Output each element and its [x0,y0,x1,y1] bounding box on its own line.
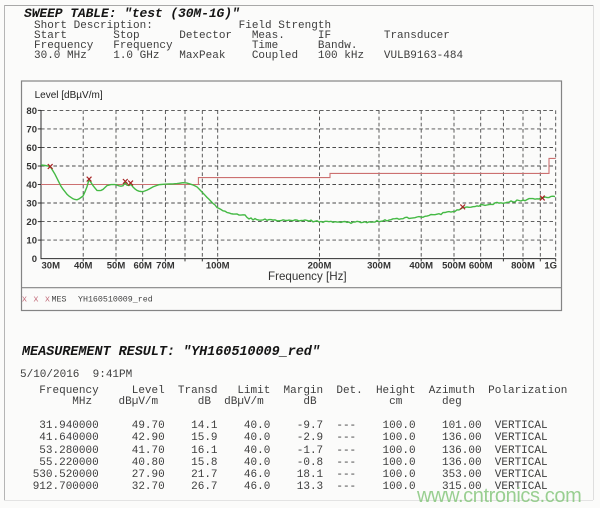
svg-text:400M: 400M [409,261,433,272]
svg-text:40: 40 [26,180,37,191]
svg-text:YH160510009_red: YH160510009_red [78,295,153,305]
svg-text:600M: 600M [469,261,493,272]
svg-text:60M: 60M [133,261,152,272]
svg-text:0: 0 [32,254,37,265]
svg-text:10: 10 [26,236,37,247]
svg-text:40M: 40M [74,261,93,272]
svg-text:x: x [33,294,38,304]
svg-text:80: 80 [26,106,37,117]
svg-text:300M: 300M [367,261,391,272]
svg-text:800M: 800M [511,261,535,272]
svg-text:70M: 70M [156,261,175,272]
svg-text:200M: 200M [308,261,332,272]
svg-text:Frequency [Hz]: Frequency [Hz] [268,270,347,283]
svg-text:30: 30 [26,198,37,209]
svg-text:Level [dBµV/m]: Level [dBµV/m] [35,90,103,101]
svg-text:x: x [45,294,50,304]
svg-text:70: 70 [26,124,37,135]
svg-text:500M: 500M [442,261,466,272]
svg-text:100M: 100M [206,261,230,272]
svg-text:30M: 30M [42,261,61,272]
svg-text:20: 20 [26,217,37,228]
svg-text:50: 50 [26,161,37,172]
svg-text:60: 60 [26,143,37,154]
svg-text:50M: 50M [107,261,126,272]
svg-text:MES: MES [52,296,67,305]
svg-text:1G: 1G [544,261,557,272]
svg-text:x: x [22,294,27,304]
